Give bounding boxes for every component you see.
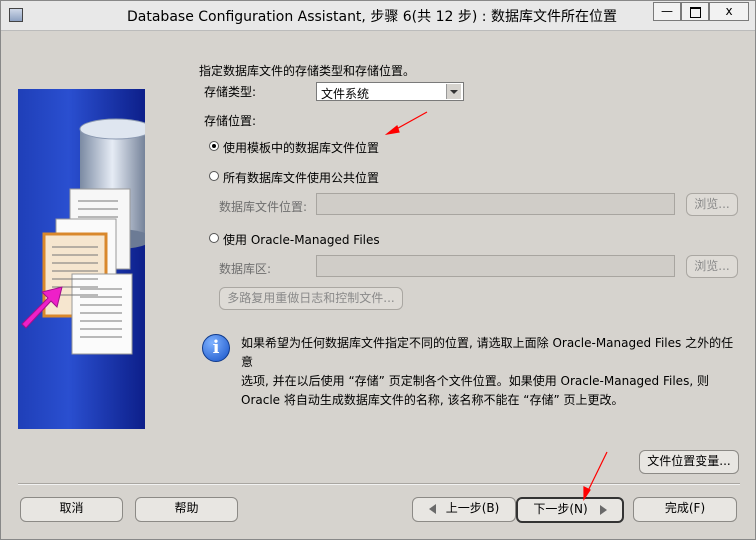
dbca-window: Database Configuration Assistant, 步骤 6(共…: [0, 0, 756, 540]
annotation-arrows: [384, 111, 608, 501]
